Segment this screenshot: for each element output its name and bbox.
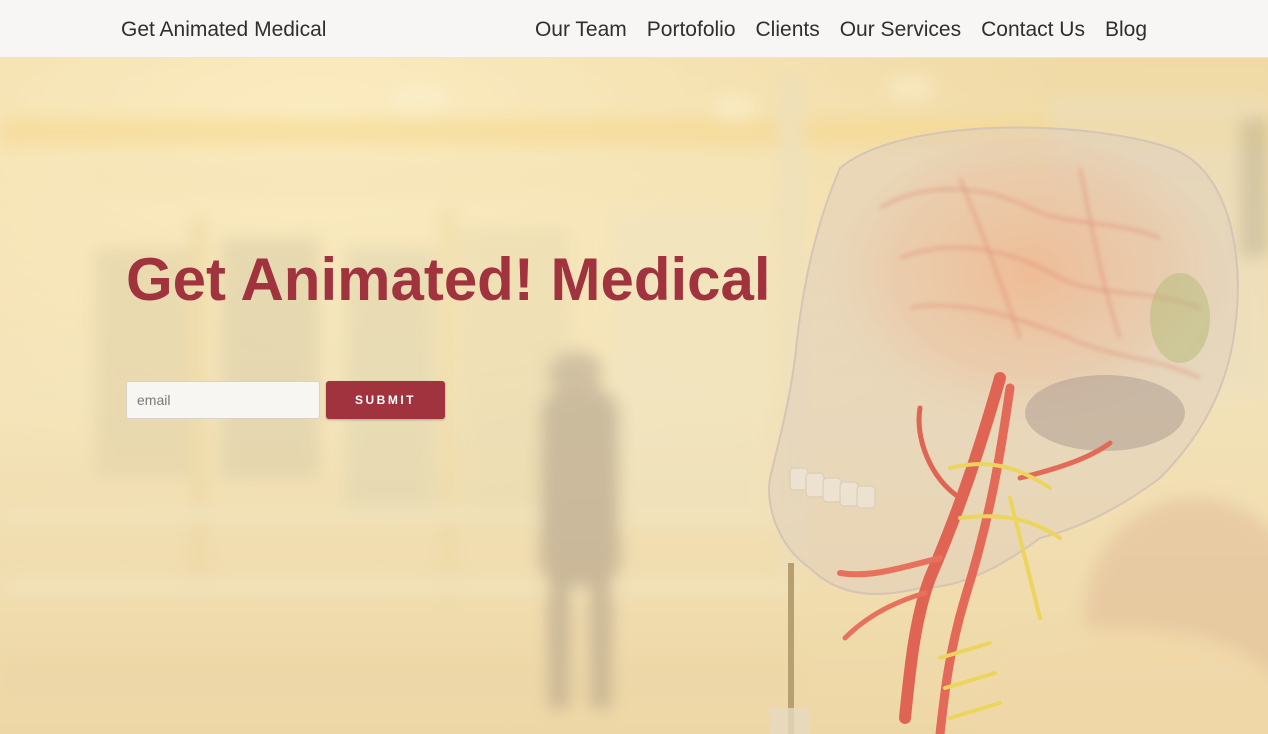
- nav-link-portofolio[interactable]: Portofolio: [647, 17, 736, 43]
- nav-link-our-team[interactable]: Our Team: [535, 17, 627, 43]
- email-input[interactable]: [126, 381, 320, 419]
- nav-link-blog[interactable]: Blog: [1105, 17, 1147, 43]
- hero-section: Get Animated! Medical SUBMIT: [0, 58, 1268, 734]
- nav-link-clients[interactable]: Clients: [756, 17, 820, 43]
- nav-link-contact-us[interactable]: Contact Us: [981, 17, 1085, 43]
- nav-menu: Our Team Portofolio Clients Our Services…: [535, 17, 1147, 43]
- brand-link[interactable]: Get Animated Medical: [121, 17, 326, 43]
- nav-link-our-services[interactable]: Our Services: [840, 17, 961, 43]
- hero-title: Get Animated! Medical: [126, 246, 771, 313]
- submit-button[interactable]: SUBMIT: [326, 381, 445, 419]
- email-signup-form: SUBMIT: [126, 381, 445, 419]
- top-navbar: Get Animated Medical Our Team Portofolio…: [0, 0, 1268, 58]
